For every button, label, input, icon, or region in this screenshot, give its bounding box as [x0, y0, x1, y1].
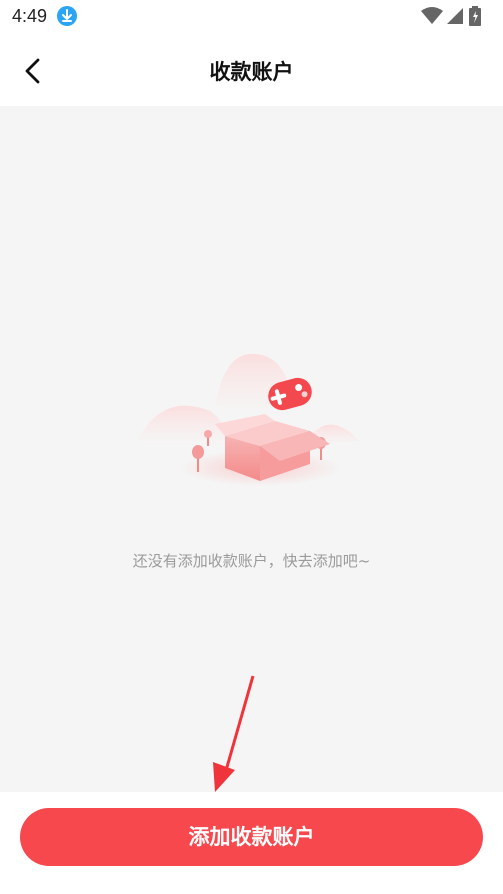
page-title: 收款账户 — [209, 60, 294, 84]
footer: 添加收款账户 — [0, 792, 503, 894]
empty-state-illustration — [130, 336, 370, 496]
annotation-arrow-icon — [213, 675, 255, 792]
status-time: 4:49 — [12, 6, 48, 26]
status-bar: 4:49 — [0, 0, 503, 34]
wifi-icon — [421, 7, 443, 24]
app-header: 收款账户 — [0, 34, 503, 106]
status-icons — [421, 6, 491, 28]
add-payment-account-button[interactable]: 添加收款账户 — [20, 808, 483, 866]
battery-icon — [469, 6, 481, 26]
signal-icon — [447, 8, 463, 24]
empty-state-message: 还没有添加收款账户，快去添加吧~ — [132, 552, 371, 570]
download-icon — [57, 6, 77, 26]
main-content: 还没有添加收款账户，快去添加吧~ — [0, 106, 503, 792]
